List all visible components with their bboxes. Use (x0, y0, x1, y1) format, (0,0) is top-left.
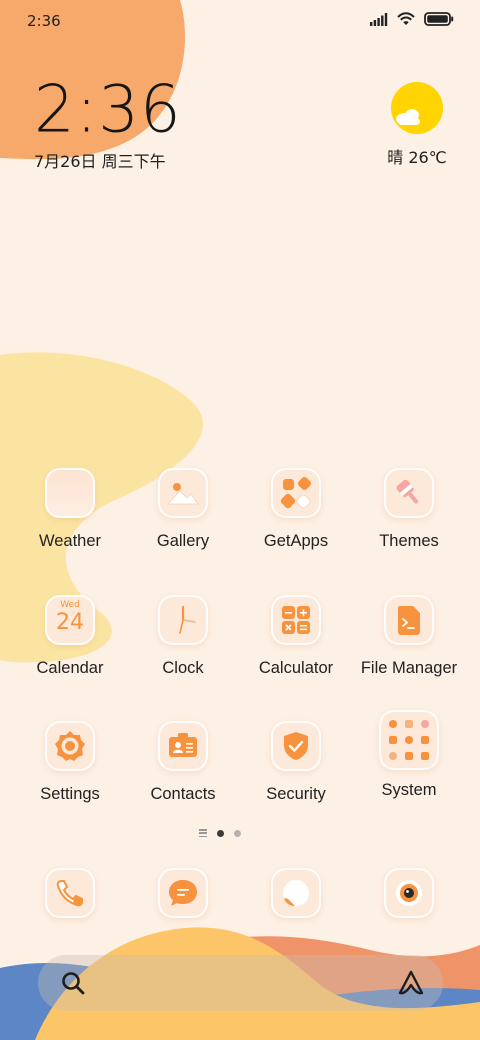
app-security[interactable]: Security (236, 721, 356, 804)
app-getapps[interactable]: GetApps (236, 468, 356, 551)
app-gallery[interactable]: Gallery (123, 468, 243, 551)
clock-time: 2:36 (34, 72, 182, 148)
calendar-icon-day: Wed (60, 600, 80, 610)
app-file-manager[interactable]: File Manager (349, 595, 469, 678)
app-label: Calendar (36, 659, 104, 677)
weather-widget[interactable]: 晴 26℃ (382, 82, 452, 168)
menu-icon[interactable] (199, 829, 207, 837)
gallery-icon (158, 468, 208, 518)
wifi-icon (397, 12, 415, 25)
phone-icon (45, 868, 95, 918)
page-dot-active[interactable] (217, 829, 224, 837)
app-clock[interactable]: Clock (123, 595, 243, 678)
calendar-icon: Wed 24 (45, 595, 95, 645)
partly-sunny-icon (391, 82, 443, 134)
app-label: Security (266, 785, 326, 803)
file-manager-icon (384, 595, 434, 645)
app-calculator[interactable]: Calculator (236, 595, 356, 678)
assistant-icon[interactable] (397, 969, 425, 997)
getapps-icon (271, 468, 321, 518)
dock-browser[interactable] (236, 868, 356, 918)
themes-icon (384, 468, 434, 518)
app-calendar[interactable]: Wed 24 Calendar (10, 595, 130, 678)
messages-icon (158, 868, 208, 918)
clock-date: 7月26日 周三下午 (34, 152, 166, 171)
app-system-folder[interactable]: System (349, 710, 469, 800)
calculator-icon (271, 595, 321, 645)
app-label: System (381, 781, 437, 799)
calendar-icon-date: 24 (56, 610, 84, 635)
search-bar[interactable] (38, 955, 443, 1011)
camera-icon (384, 868, 434, 918)
search-icon[interactable] (60, 970, 86, 996)
weather-icon (45, 468, 95, 518)
dock-camera[interactable] (349, 868, 469, 918)
page-dot[interactable] (234, 829, 241, 837)
weather-text: 晴 26℃ (387, 148, 447, 167)
app-weather[interactable]: Weather (10, 468, 130, 551)
page-indicator[interactable] (199, 829, 241, 837)
app-label: Calculator (258, 659, 334, 677)
browser-icon (271, 868, 321, 918)
status-bar: 2:36 (0, 0, 480, 42)
battery-icon (424, 12, 454, 26)
app-label: Settings (40, 785, 100, 803)
app-label: GetApps (263, 532, 329, 550)
app-label: Themes (379, 532, 439, 550)
contacts-icon (158, 721, 208, 771)
settings-icon (45, 721, 95, 771)
dock-phone[interactable] (10, 868, 130, 918)
system-folder-icon (379, 710, 439, 770)
app-settings[interactable]: Settings (10, 721, 130, 804)
app-label: Gallery (156, 532, 210, 550)
app-contacts[interactable]: Contacts (123, 721, 243, 804)
app-label: Contacts (150, 785, 216, 803)
app-label: File Manager (360, 659, 458, 677)
dock-messages[interactable] (123, 868, 243, 918)
signal-icon (370, 12, 388, 26)
app-themes[interactable]: Themes (349, 468, 469, 551)
clock-widget[interactable]: 2:36 7月26日 周三下午 (34, 72, 182, 172)
status-time: 2:36 (27, 12, 61, 30)
app-label: Clock (162, 659, 204, 677)
status-icons (370, 12, 454, 26)
app-label: Weather (38, 532, 102, 550)
clock-icon (158, 595, 208, 645)
security-icon (271, 721, 321, 771)
